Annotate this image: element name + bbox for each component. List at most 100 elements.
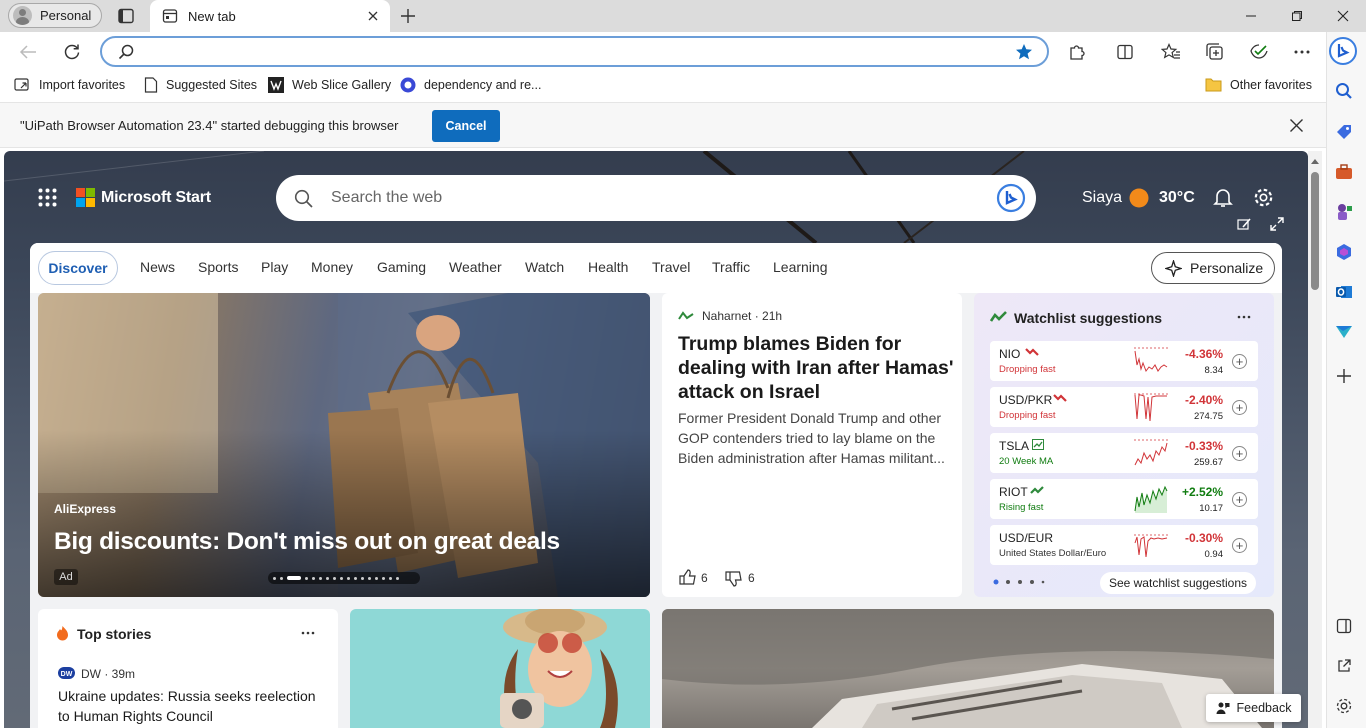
favorite-dependency[interactable]: dependency and re...	[400, 77, 541, 93]
tab-new-tab[interactable]: New tab	[150, 0, 390, 32]
scroll-up-arrow-icon[interactable]	[1311, 158, 1319, 164]
tab-travel[interactable]: Travel	[652, 259, 690, 275]
back-arrow-icon[interactable]	[16, 41, 40, 63]
stock-row[interactable]: USD/PKR Dropping fast -2.40% 274.75 +	[990, 387, 1258, 427]
scroll-thumb[interactable]	[1311, 172, 1319, 290]
tab-health[interactable]: Health	[588, 259, 628, 275]
split-screen-icon[interactable]	[1113, 41, 1137, 63]
watchlist-more-icon[interactable]	[1237, 315, 1251, 319]
app-launcher-icon[interactable]	[38, 188, 57, 207]
add-to-watchlist-icon[interactable]: +	[1232, 538, 1247, 553]
site-icon	[400, 77, 416, 93]
profile-button[interactable]: Personal	[8, 3, 102, 28]
like-icon[interactable]	[679, 569, 697, 586]
bing-chat-icon[interactable]	[1328, 36, 1358, 66]
weather-location[interactable]: Siaya	[1082, 189, 1122, 207]
tab-money[interactable]: Money	[311, 259, 353, 275]
tab-watch[interactable]: Watch	[525, 259, 564, 275]
edit-background-icon[interactable]	[1237, 217, 1252, 231]
favorite-suggested-sites[interactable]: Suggested Sites	[144, 77, 257, 93]
top-stories-more-icon[interactable]	[301, 631, 315, 635]
games-icon[interactable]	[1333, 201, 1355, 223]
add-to-watchlist-icon[interactable]: +	[1232, 446, 1247, 461]
favorite-label: Import favorites	[39, 78, 126, 92]
browser-essentials-icon[interactable]	[1247, 41, 1271, 63]
tools-briefcase-icon[interactable]	[1333, 161, 1355, 183]
see-watchlist-suggestions-button[interactable]: See watchlist suggestions	[1100, 572, 1256, 594]
search-input[interactable]: Search the web	[331, 189, 442, 207]
other-favorites-folder[interactable]: Other favorites	[1205, 77, 1312, 92]
favorites-icon[interactable]	[1159, 41, 1183, 63]
article-source: Naharnet · 21h	[702, 309, 783, 323]
close-tab-icon[interactable]	[366, 9, 380, 23]
sidebar-settings-icon[interactable]	[1333, 695, 1355, 717]
open-external-icon[interactable]	[1333, 655, 1355, 677]
folder-icon	[1205, 77, 1222, 92]
tab-traffic[interactable]: Traffic	[712, 259, 750, 275]
dislike-icon[interactable]	[725, 570, 743, 587]
favorite-web-slice-gallery[interactable]: Web Slice Gallery	[268, 77, 391, 93]
feedback-label: Feedback	[1236, 701, 1292, 715]
drop-send-icon[interactable]	[1333, 321, 1355, 343]
refresh-icon[interactable]	[60, 41, 84, 63]
watchlist-page-dots[interactable]	[993, 579, 1045, 585]
article-title[interactable]: Trump blames Biden for dealing with Iran…	[678, 332, 954, 404]
more-options-icon[interactable]	[1290, 41, 1314, 63]
brand-title[interactable]: Microsoft Start	[101, 189, 211, 207]
watchlist-title: Watchlist suggestions	[1014, 310, 1163, 326]
slice-icon	[268, 77, 284, 93]
tab-play[interactable]: Play	[261, 259, 288, 275]
restore-icon[interactable]	[1274, 0, 1320, 32]
hero-title[interactable]: Big discounts: Don't miss out on great d…	[54, 528, 560, 556]
page-icon	[144, 77, 158, 93]
personalize-button[interactable]: Personalize	[1151, 252, 1275, 284]
add-sidebar-app-icon[interactable]	[1333, 365, 1355, 387]
address-bar[interactable]	[100, 36, 1049, 67]
weather-temperature[interactable]: 30°C	[1159, 189, 1195, 207]
stock-row[interactable]: USD/EUR United States Dollar/Euro -0.30%…	[990, 525, 1258, 565]
notifications-bell-icon[interactable]	[1213, 187, 1233, 208]
tab-actions-icon[interactable]	[117, 7, 135, 25]
close-infobar-icon[interactable]	[1289, 118, 1304, 133]
new-tab-button[interactable]	[399, 7, 417, 25]
trend-up-icon	[1032, 439, 1044, 450]
extensions-icon[interactable]	[1065, 41, 1089, 63]
stock-row[interactable]: NIO Dropping fast -4.36% 8.34 +	[990, 341, 1258, 381]
carousel-dots[interactable]	[268, 572, 420, 584]
tab-learning[interactable]: Learning	[773, 259, 828, 275]
favorite-import[interactable]: Import favorites	[14, 77, 125, 93]
tab-news[interactable]: News	[140, 259, 175, 275]
stock-note: 20 Week MA	[999, 456, 1054, 467]
cancel-button[interactable]: Cancel	[432, 110, 500, 142]
news-photo-card[interactable]	[662, 609, 1274, 728]
microsoft-365-icon[interactable]	[1333, 241, 1355, 263]
stock-row[interactable]: TSLA 20 Week MA -0.33% 259.67 +	[990, 433, 1258, 473]
bing-icon[interactable]	[996, 183, 1026, 213]
add-to-watchlist-icon[interactable]: +	[1232, 400, 1247, 415]
tab-sports[interactable]: Sports	[198, 259, 238, 275]
stock-change: -0.30%	[1184, 531, 1223, 545]
favorite-label: dependency and re...	[424, 78, 542, 92]
tab-weather[interactable]: Weather	[449, 259, 502, 275]
favorite-star-icon[interactable]	[1015, 43, 1033, 61]
close-window-icon[interactable]	[1320, 0, 1366, 32]
top-story-headline[interactable]: Ukraine updates: Russia seeks reelection…	[58, 686, 328, 726]
sidebar-panel-icon[interactable]	[1333, 615, 1355, 637]
shopping-tag-icon[interactable]	[1333, 121, 1355, 143]
minimize-icon[interactable]	[1228, 0, 1274, 32]
tab-discover[interactable]: Discover	[38, 251, 118, 285]
sidebar-search-icon[interactable]	[1333, 80, 1355, 102]
stock-note: Dropping fast	[999, 364, 1056, 375]
travel-photo-card[interactable]	[350, 609, 650, 728]
add-to-watchlist-icon[interactable]: +	[1232, 492, 1247, 507]
collections-icon[interactable]	[1203, 41, 1227, 63]
page-settings-icon[interactable]	[1253, 187, 1274, 208]
expand-icon[interactable]	[1270, 217, 1284, 231]
outlook-icon[interactable]	[1333, 281, 1355, 303]
stock-row[interactable]: RIOT Rising fast +2.52% 10.17 +	[990, 479, 1258, 519]
like-count: 6	[701, 571, 708, 585]
add-to-watchlist-icon[interactable]: +	[1232, 354, 1247, 369]
sparkle-icon	[1165, 259, 1182, 277]
tab-gaming[interactable]: Gaming	[377, 259, 426, 275]
feedback-button[interactable]: Feedback	[1206, 694, 1301, 722]
